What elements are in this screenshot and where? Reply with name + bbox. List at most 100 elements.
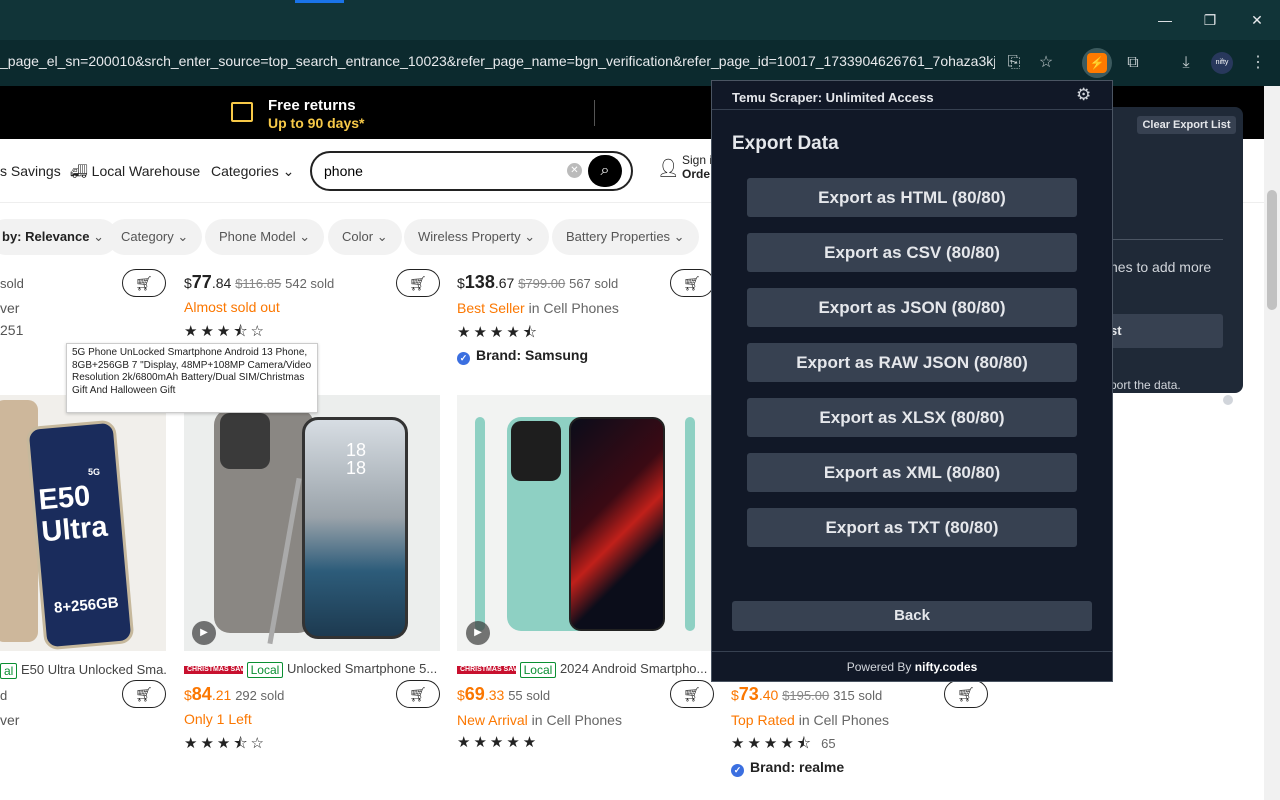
panel-hint-2: port the data. bbox=[1110, 378, 1181, 392]
chip-label: Battery Properties bbox=[566, 229, 671, 244]
nav-local-warehouse[interactable]: 🚚︎ Local Warehouse bbox=[70, 163, 200, 180]
profile-avatar[interactable]: nifty bbox=[1211, 52, 1233, 74]
orders-label: Orde bbox=[682, 167, 711, 181]
temu-scraper-extension-button[interactable]: ⚡ bbox=[1082, 48, 1112, 78]
product-7-tag: Top Rated in Cell Phones bbox=[731, 712, 889, 728]
panel-action-button[interactable]: st bbox=[1110, 314, 1223, 348]
product-7-brand: ✓ Brand: realme bbox=[731, 759, 844, 777]
product-image-unlocked[interactable]: 18 18 bbox=[184, 395, 440, 651]
add-to-cart-button[interactable]: 🛒︎ bbox=[944, 680, 988, 708]
gear-icon[interactable]: ⚙ bbox=[1076, 85, 1091, 105]
product-6-price: $69.33 55 sold bbox=[457, 684, 550, 705]
review-count: 65 bbox=[821, 736, 836, 751]
nav-savings[interactable]: s Savings bbox=[0, 163, 61, 179]
product-5-title[interactable]: CHRISTMAS SAVINGS Local Unlocked Smartph… bbox=[184, 661, 440, 678]
export-raw-json-button[interactable]: Export as RAW JSON (80/80) bbox=[747, 343, 1077, 382]
export-html-button[interactable]: Export as HTML (80/80) bbox=[747, 178, 1077, 217]
export-list-panel: Clear Export List nes to add more st por… bbox=[1100, 107, 1243, 405]
back-button[interactable]: Back bbox=[732, 601, 1092, 631]
footer-brand-link[interactable]: nifty.codes bbox=[915, 660, 977, 674]
nav-sign-in[interactable]: Sign i Orde bbox=[682, 153, 712, 181]
product-6-title[interactable]: CHRISTMAS SAVINGS Local 2024 Android Sma… bbox=[457, 661, 709, 678]
price-cents: .67 bbox=[494, 275, 515, 291]
export-heading: Export Data bbox=[732, 133, 839, 154]
bookmark-star-icon[interactable]: ☆ bbox=[1034, 51, 1058, 75]
filter-chip-category[interactable]: Category ⌄ bbox=[107, 219, 203, 255]
export-csv-button[interactable]: Export as CSV (80/80) bbox=[747, 233, 1077, 272]
nav-local-warehouse-label: Local Warehouse bbox=[91, 163, 201, 179]
filter-chip-battery[interactable]: Battery Properties ⌄ bbox=[552, 219, 699, 255]
user-icon[interactable]: 👤︎ bbox=[657, 158, 680, 179]
product-2-brand: ✓ Brand: Samsung bbox=[457, 347, 588, 365]
menu-dots-icon[interactable]: ⋮ bbox=[1246, 51, 1270, 75]
original-price: $195.00 bbox=[782, 688, 830, 703]
search-icon: ⌕ bbox=[600, 162, 610, 179]
brand-label: Brand: Samsung bbox=[476, 347, 589, 363]
price-main: 69 bbox=[464, 684, 485, 704]
brand-label: Brand: realme bbox=[750, 759, 845, 775]
export-xlsx-button[interactable]: Export as XLSX (80/80) bbox=[747, 398, 1077, 437]
play-video-icon[interactable]: ▶ bbox=[466, 621, 490, 645]
active-tab-indicator[interactable] bbox=[295, 0, 344, 3]
sign-in-label: Sign i bbox=[682, 153, 713, 167]
product-4-line2: ver bbox=[0, 712, 20, 728]
scrollbar-thumb[interactable] bbox=[1267, 190, 1277, 310]
export-json-button[interactable]: Export as JSON (80/80) bbox=[747, 288, 1077, 327]
add-to-cart-button[interactable]: 🛒︎ bbox=[396, 269, 440, 297]
export-txt-button[interactable]: Export as TXT (80/80) bbox=[747, 508, 1077, 547]
e50-brand-text: E50 Ultra bbox=[37, 480, 109, 549]
chevron-down-icon: ⌄ bbox=[282, 163, 295, 179]
title-label: 2024 Android Smartpho... bbox=[559, 661, 708, 676]
close-icon[interactable]: ✕ bbox=[1245, 8, 1269, 32]
clear-search-icon[interactable]: ✕ bbox=[567, 163, 582, 178]
promo-subtitle: Up to 90 days* bbox=[268, 115, 365, 131]
filter-chip-color[interactable]: Color ⌄ bbox=[328, 219, 402, 255]
promo-divider bbox=[594, 100, 595, 126]
price-cents: .84 bbox=[211, 275, 232, 291]
nav-categories[interactable]: Categories ⌄ bbox=[211, 163, 294, 180]
product-5-tag: Only 1 Left bbox=[184, 711, 252, 727]
phone-side-shape bbox=[685, 417, 695, 631]
title-label: Unlocked Smartphone 5... bbox=[286, 661, 438, 676]
restore-icon[interactable]: ❐ bbox=[1198, 8, 1222, 32]
product-image-e50[interactable]: 5G E50 Ultra 8+256GB bbox=[0, 395, 166, 651]
panel-hint: nes to add more bbox=[1110, 259, 1212, 275]
product-2-stars: ★★★★⯪ bbox=[457, 324, 540, 341]
panel-handle[interactable] bbox=[1223, 395, 1233, 405]
minimize-icon[interactable]: — bbox=[1153, 8, 1177, 32]
sold-count: 292 sold bbox=[235, 688, 285, 703]
tag-label: Best Seller bbox=[457, 300, 525, 316]
play-video-icon[interactable]: ▶ bbox=[192, 621, 216, 645]
clear-export-list-button[interactable]: Clear Export List bbox=[1137, 116, 1236, 134]
add-to-cart-button[interactable]: 🛒︎ bbox=[122, 680, 166, 708]
add-to-cart-button[interactable]: 🛒︎ bbox=[670, 269, 714, 297]
cart-icon: 🛒︎ bbox=[135, 686, 153, 702]
local-badge: al bbox=[0, 662, 18, 679]
product-0-line3: 251 bbox=[0, 322, 24, 338]
price-main: 73 bbox=[738, 684, 759, 704]
currency: $ bbox=[731, 687, 739, 703]
product-4-title[interactable]: al E50 Ultra Unlocked Sma... bbox=[0, 662, 166, 679]
tag-label: New Arrival bbox=[457, 712, 528, 728]
search-button[interactable]: ⌕ bbox=[588, 155, 622, 187]
sort-chip[interactable]: by: Relevance ⌄ bbox=[0, 219, 118, 255]
install-app-icon[interactable]: ⎘ bbox=[1002, 51, 1026, 75]
5g-label: 5G bbox=[88, 467, 101, 477]
search-input[interactable] bbox=[324, 161, 554, 181]
product-image-android[interactable] bbox=[457, 395, 713, 651]
add-to-cart-button[interactable]: 🛒︎ bbox=[122, 269, 166, 297]
filter-chip-phone-model[interactable]: Phone Model ⌄ bbox=[205, 219, 325, 255]
product-6-tag: New Arrival in Cell Phones bbox=[457, 712, 622, 728]
add-to-cart-button[interactable]: 🛒︎ bbox=[396, 680, 440, 708]
chip-label: Wireless Property bbox=[418, 229, 521, 244]
download-icon[interactable]: ⤓ bbox=[1174, 51, 1198, 75]
currency: $ bbox=[457, 275, 465, 291]
filter-chip-wireless[interactable]: Wireless Property ⌄ bbox=[404, 219, 550, 255]
tag-suffix: in Cell Phones bbox=[527, 712, 622, 728]
url-field[interactable]: _page_el_sn=200010&srch_enter_source=top… bbox=[0, 53, 995, 73]
extensions-puzzle-icon[interactable]: ⧉ bbox=[1121, 51, 1145, 75]
add-to-cart-button[interactable]: 🛒︎ bbox=[670, 680, 714, 708]
lockscreen-clock: 18 18 bbox=[346, 440, 367, 478]
export-xml-button[interactable]: Export as XML (80/80) bbox=[747, 453, 1077, 492]
truck-icon: 🚚︎ bbox=[70, 163, 92, 179]
